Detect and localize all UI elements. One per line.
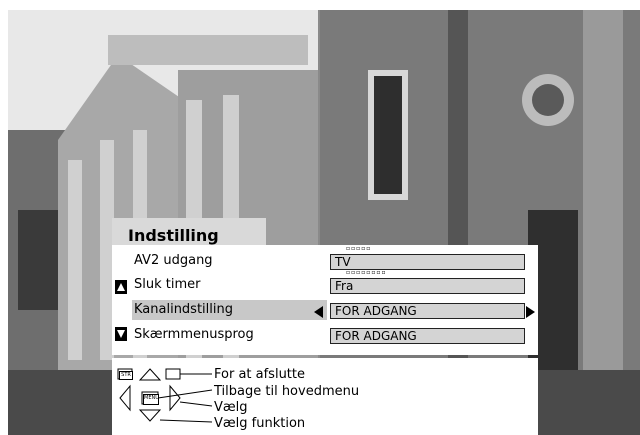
menu-row-sleep-timer[interactable]: Sluk timer ▫▫▫▫▫▫▫▫ Fra xyxy=(112,270,538,297)
menu-title: Indstilling xyxy=(128,226,219,245)
level-dots: ▫▫▫▫▫▫▫▫ xyxy=(346,269,387,276)
up-triangle-icon xyxy=(115,279,127,294)
down-key-icon xyxy=(138,409,162,422)
settings-menu: AV2 udgang ▫▫▫▫▫ TV Sluk timer ▫▫▫▫▫▫▫▫ … xyxy=(112,245,538,355)
left-arrow-icon[interactable] xyxy=(314,306,323,318)
menu-row-label: Skærmmenusprog xyxy=(134,327,254,342)
remote-keys-diagram xyxy=(117,368,213,423)
menu-row-label: AV2 udgang xyxy=(134,253,213,268)
help-back: Tilbage til hovedmenu xyxy=(214,384,360,399)
right-key-icon xyxy=(169,384,181,412)
up-key-icon xyxy=(138,368,162,381)
menu-row-av2-output[interactable]: AV2 udgang ▫▫▫▫▫ TV xyxy=(112,246,538,273)
menu-row-label: Sluk timer xyxy=(134,277,201,292)
help-legend: STR MENU For at afslutte Tilbage til hov… xyxy=(112,358,538,435)
menu-key: MENU xyxy=(143,394,159,405)
osd-language-value[interactable]: FOR ADGANG xyxy=(330,328,525,344)
channel-setup-value[interactable]: FOR ADGANG xyxy=(330,303,525,319)
menu-row-label: Kanalindstilling xyxy=(134,302,233,317)
right-arrow-icon[interactable] xyxy=(526,306,535,318)
level-dots: ▫▫▫▫▫ xyxy=(346,245,372,252)
str-key: STR xyxy=(119,371,133,380)
sleep-timer-value[interactable]: Fra xyxy=(330,278,525,294)
menu-row-osd-language[interactable]: Skærmmenusprog FOR ADGANG xyxy=(112,325,538,347)
menu-row-channel-setup[interactable]: Kanalindstilling FOR ADGANG xyxy=(112,300,538,322)
down-triangle-icon xyxy=(115,326,127,341)
help-select: Vælg xyxy=(214,400,248,415)
help-function: Vælg funktion xyxy=(214,416,306,431)
help-exit: For at afslutte xyxy=(214,367,305,382)
av2-output-value[interactable]: TV xyxy=(330,254,525,270)
left-key-icon xyxy=(119,384,131,412)
